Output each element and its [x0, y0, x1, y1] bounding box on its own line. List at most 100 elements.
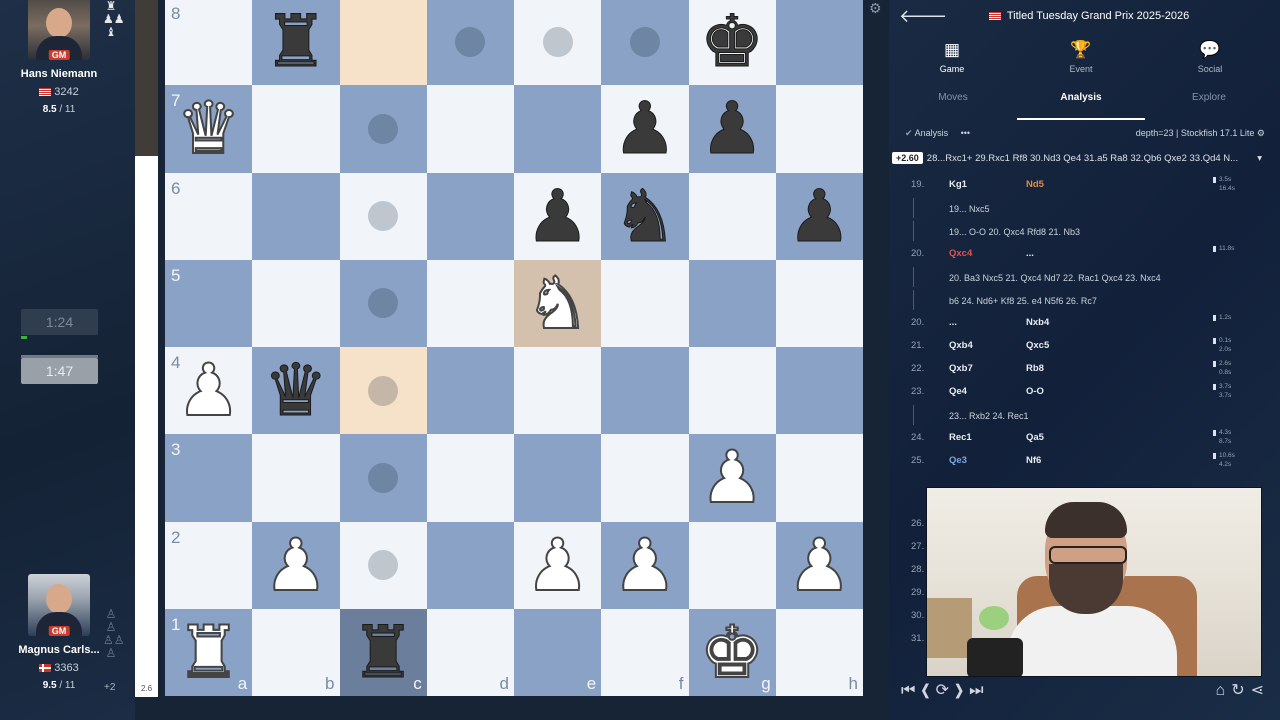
white-piece-a4[interactable]: ♟ — [165, 347, 252, 434]
subtab-explore[interactable]: Explore — [1145, 92, 1273, 118]
black-piece-b8[interactable]: ♜ — [252, 0, 339, 85]
square-a4[interactable]: 4 ♟ — [165, 347, 253, 435]
square-d1[interactable]: d — [426, 608, 514, 696]
square-d8[interactable] — [426, 0, 514, 86]
square-b1[interactable]: b — [252, 608, 340, 696]
square-a8[interactable]: 8 — [165, 0, 253, 86]
move-hint-dot[interactable] — [368, 288, 399, 319]
share-icon[interactable]: ⋖ — [1251, 682, 1270, 699]
black-piece-e6[interactable]: ♟ — [514, 173, 601, 260]
square-c6[interactable] — [339, 172, 427, 260]
black-move[interactable]: Nxb4 — [1026, 317, 1049, 328]
square-c7[interactable] — [339, 85, 427, 173]
next-move-icon[interactable]: ❯ — [955, 682, 969, 699]
subtab-analysis[interactable]: Analysis — [1017, 92, 1145, 120]
square-f3[interactable] — [601, 434, 689, 522]
first-move-icon[interactable]: ⏮ — [901, 682, 921, 699]
black-piece-g8[interactable]: ♚ — [689, 0, 776, 85]
black-move[interactable]: Nf6 — [1026, 455, 1041, 466]
square-d2[interactable] — [426, 521, 514, 609]
square-g4[interactable] — [688, 347, 776, 435]
square-h3[interactable] — [775, 434, 863, 522]
engine-gear-icon[interactable]: ⚙ — [1257, 128, 1265, 138]
white-move[interactable]: Rec1 — [949, 432, 972, 443]
square-f4[interactable] — [601, 347, 689, 435]
black-piece-h6[interactable]: ♟ — [776, 173, 863, 260]
white-piece-g1[interactable]: ♚ — [689, 609, 776, 696]
tab-social[interactable]: 💬 Social — [1170, 40, 1250, 74]
square-e7[interactable] — [514, 85, 602, 173]
black-piece-f6[interactable]: ♞ — [601, 173, 688, 260]
square-a5[interactable]: 5 — [165, 259, 253, 347]
black-move[interactable]: Qxc5 — [1026, 340, 1049, 351]
square-b5[interactable] — [252, 259, 340, 347]
black-move[interactable]: Qa5 — [1026, 432, 1044, 443]
toggle-icon[interactable]: ✔ — [905, 128, 913, 138]
white-move[interactable]: ... — [949, 317, 957, 328]
square-f8[interactable] — [601, 0, 689, 86]
black-move[interactable]: Rb8 — [1026, 363, 1044, 374]
black-move[interactable]: Nd5 — [1026, 179, 1044, 190]
square-h5[interactable] — [775, 259, 863, 347]
square-f7[interactable]: ♟ — [601, 85, 689, 173]
square-g8[interactable]: ♚ — [688, 0, 776, 86]
square-d7[interactable] — [426, 85, 514, 173]
square-h7[interactable] — [775, 85, 863, 173]
variation-line[interactable]: 23... Rxb2 24. Rec1 — [949, 411, 1029, 421]
square-e6[interactable]: ♟ — [514, 172, 602, 260]
tab-game[interactable]: ▦ Game — [912, 40, 992, 74]
white-piece-e5[interactable]: ♞ — [514, 260, 601, 347]
flip-icon[interactable]: ⟳ — [936, 682, 955, 699]
square-b6[interactable] — [252, 172, 340, 260]
prev-move-icon[interactable]: ❮ — [921, 682, 935, 699]
white-move[interactable]: Qe3 — [949, 455, 967, 466]
square-g5[interactable] — [688, 259, 776, 347]
square-f1[interactable]: f — [601, 608, 689, 696]
black-piece-g7[interactable]: ♟ — [689, 85, 776, 172]
tab-event[interactable]: 🏆 Event — [1041, 40, 1121, 74]
last-move-icon[interactable]: ⏭ — [969, 682, 989, 699]
square-f2[interactable]: ♟ — [601, 521, 689, 609]
square-g6[interactable] — [688, 172, 776, 260]
more-icon[interactable]: ••• — [961, 128, 970, 138]
square-c5[interactable] — [339, 259, 427, 347]
square-e4[interactable] — [514, 347, 602, 435]
move-hint-dot[interactable] — [629, 26, 660, 57]
subtab-moves[interactable]: Moves — [889, 92, 1017, 118]
white-piece-a7[interactable]: ♛ — [165, 85, 252, 172]
white-piece-a1[interactable]: ♜ — [165, 609, 252, 696]
black-move[interactable]: ... — [1026, 248, 1034, 259]
move-hint-dot[interactable] — [542, 26, 573, 57]
square-g1[interactable]: g ♚ — [688, 608, 776, 696]
square-g3[interactable]: ♟ — [688, 434, 776, 522]
square-d5[interactable] — [426, 259, 514, 347]
white-move[interactable]: Qe4 — [949, 386, 967, 397]
player-name[interactable]: Magnus Carls... — [0, 644, 118, 656]
white-move[interactable]: Qxb7 — [949, 363, 973, 374]
white-piece-f2[interactable]: ♟ — [601, 522, 688, 609]
square-b8[interactable]: ♜ — [252, 0, 340, 86]
square-e5[interactable]: ♞ — [514, 259, 602, 347]
white-move[interactable]: Qxb4 — [949, 340, 973, 351]
black-piece-f7[interactable]: ♟ — [601, 85, 688, 172]
square-f5[interactable] — [601, 259, 689, 347]
chess-board[interactable]: 8 ♜ ♚ 7 ♛ ♟ ♟ 6 ♟ ♞ ♟ 5 ♞ 4 ♟ ♛ 3 ♟ 2 ♟ ♟ ♟ ♟ 1 a ♜ b c ♜ d e f g ♚ h — [165, 0, 863, 696]
square-d4[interactable] — [426, 347, 514, 435]
engine-line[interactable]: +2.60 28...Rxc1+ 29.Rxc1 Rf8 30.Nd3 Qe4 3… — [892, 152, 1270, 168]
black-piece-c1[interactable]: ♜ — [340, 609, 427, 696]
move-hint-dot[interactable] — [455, 26, 486, 57]
square-b4[interactable]: ♛ — [252, 347, 340, 435]
move-hint-dot[interactable] — [368, 462, 399, 493]
square-e1[interactable]: e — [514, 608, 602, 696]
square-a1[interactable]: 1 a ♜ — [165, 608, 253, 696]
square-c4[interactable] — [339, 347, 427, 435]
white-move[interactable]: Qxc4 — [949, 248, 972, 259]
refresh-icon[interactable]: ↻ — [1231, 682, 1250, 699]
variation-line[interactable]: 19... Nxc5 — [949, 204, 990, 214]
white-move[interactable]: Kg1 — [949, 179, 967, 190]
chevron-down-icon[interactable]: ▾ — [1257, 153, 1262, 164]
square-g7[interactable]: ♟ — [688, 85, 776, 173]
back-arrow-icon[interactable]: 🡐 — [899, 6, 947, 27]
square-b7[interactable] — [252, 85, 340, 173]
square-e2[interactable]: ♟ — [514, 521, 602, 609]
